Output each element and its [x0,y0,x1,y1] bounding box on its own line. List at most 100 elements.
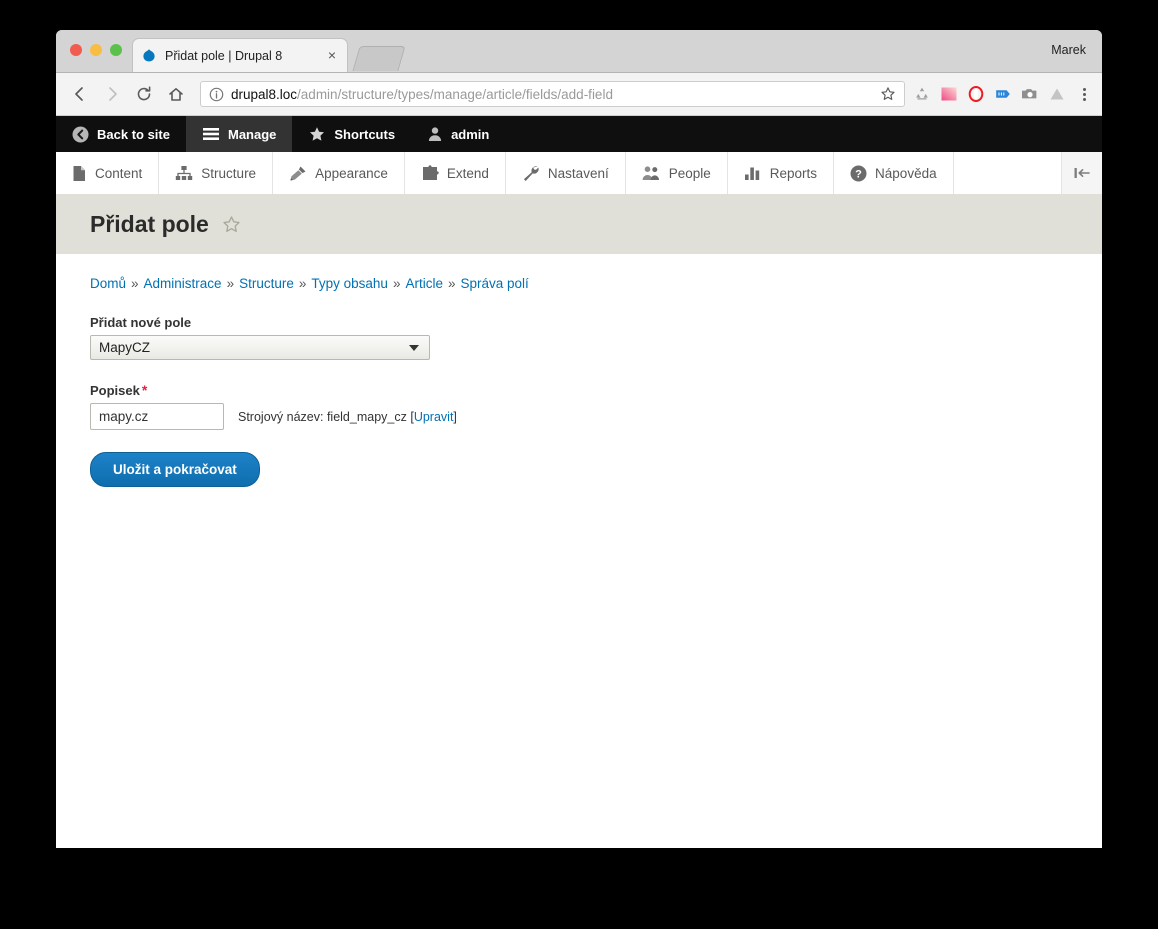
minimize-window-button[interactable] [90,44,102,56]
popisek-label-text: Popisek [90,383,140,398]
menu-item-label: Structure [201,165,257,181]
collapse-left-icon[interactable] [1062,152,1102,194]
breadcrumb: Domů » Administrace » Structure » Typy obsahu »… [90,276,1068,291]
content-area: Domů » Administrace » Structure » Typy obsahu »… [56,254,1102,487]
toolbar-tab-back-to-site[interactable]: Back to site [56,116,186,152]
menu-item-label: Nastavení [547,165,609,181]
reload-icon[interactable] [130,80,158,108]
star-outline-icon[interactable] [222,215,241,234]
toolbar-tab-shortcuts[interactable]: Shortcuts [292,116,411,152]
add-field-form: Přidat nové pole MapyCZ Popisek* Strojov… [90,315,1068,487]
document-icon [72,165,87,182]
back-circle-icon [72,126,89,143]
breadcrumb-item-article[interactable]: Article [405,276,443,291]
paintbrush-icon [289,165,307,182]
browser-tabstrip: Přidat pole | Drupal 8 × Marek [56,30,1102,73]
new-field-selected-value: MapyCZ [99,340,151,355]
maximize-window-button[interactable] [110,44,122,56]
menu-item-nastaveni[interactable]: Nastavení [506,152,626,194]
drupal-icon [141,48,157,64]
url-path: /admin/structure/types/manage/article/fi… [297,86,613,102]
breadcrumb-separator: » [298,276,307,291]
new-field-select[interactable]: MapyCZ [90,335,430,360]
browser-toolbar: drupal8.loc/admin/structure/types/manage… [56,73,1102,116]
back-arrow-icon[interactable] [66,80,94,108]
popisek-input[interactable] [90,403,224,430]
breadcrumb-separator: » [392,276,401,291]
page-body: Přidat pole Domů » Administrace » Structure »… [56,197,1102,848]
breadcrumb-item-domu[interactable]: Domů [90,276,126,291]
close-window-button[interactable] [70,44,82,56]
menu-item-content[interactable]: Content [56,152,160,194]
breadcrumb-separator: » [447,276,456,291]
page-title: Přidat pole [90,211,209,237]
menu-item-label: Nápověda [875,165,937,181]
home-icon[interactable] [162,80,190,108]
menu-item-label: Reports [769,165,818,181]
browser-extensions [913,85,1068,103]
browser-profile-name[interactable]: Marek [1051,43,1086,57]
new-tab-button[interactable] [352,46,406,71]
window-controls [70,44,122,56]
popisek-label: Popisek * [90,382,1068,398]
popisek-row: Strojový název: field_mapy_cz [Upravit] [90,403,1068,430]
form-gap [90,360,1068,382]
breadcrumb-item-sprava-poli[interactable]: Správa polí [460,276,528,291]
question-circle-icon: ? [850,165,867,182]
blue-tag-icon[interactable] [994,85,1012,103]
breadcrumb-item-typy-obsahu[interactable]: Typy obsahu [311,276,388,291]
required-marker: * [141,382,148,398]
star-outline-icon[interactable] [880,86,896,102]
new-field-label: Přidat nové pole [90,315,192,330]
chevron-down-icon [409,344,419,351]
drupal-admin-menu: Content Structure Appearance Extend Nast… [56,152,1102,197]
toolbar-tab-label: Back to site [97,126,170,142]
menu-item-appearance[interactable]: Appearance [273,152,405,194]
menu-item-extend[interactable]: Extend [405,152,506,194]
menu-item-label: Extend [446,165,489,181]
user-icon [427,126,443,142]
address-bar[interactable]: drupal8.loc/admin/structure/types/manage… [200,81,905,107]
menu-item-label: Content [95,165,143,181]
menu-spacer [954,152,1062,194]
people-icon [642,165,661,181]
opera-o-icon[interactable] [967,85,985,103]
machine-name-value: field_mapy_cz [326,409,407,424]
drupal-admin-toolbar: Back to site Manage Shortcuts admin [56,116,1102,152]
menu-item-label: Appearance [315,165,388,181]
drive-triangle-icon[interactable] [1048,85,1066,103]
recycle-icon[interactable] [913,85,931,103]
breadcrumb-item-administrace[interactable]: Administrace [144,276,222,291]
toolbar-tab-label: Manage [227,126,277,142]
url-host: drupal8.loc [231,86,298,102]
menu-item-reports[interactable]: Reports [728,152,835,194]
machine-name-prefix: Strojový název: [238,409,324,424]
forward-arrow-icon [98,80,126,108]
breadcrumb-separator: » [131,276,139,291]
bar-chart-icon [744,165,762,181]
toolbar-tab-manage[interactable]: Manage [185,116,293,152]
breadcrumb-separator: » [226,276,235,291]
url-text: drupal8.loc/admin/structure/types/manage… [231,87,613,102]
wrench-icon [522,165,540,182]
breadcrumb-item-structure[interactable]: Structure [239,276,294,291]
save-and-continue-button[interactable]: Uložit a pokračovat [90,452,260,487]
info-circle-icon[interactable] [209,87,224,102]
camera-icon[interactable] [1021,85,1039,103]
machine-name-edit-link[interactable]: Upravit [414,410,454,424]
toolbar-tab-admin[interactable]: admin [411,116,505,152]
browser-window: Přidat pole | Drupal 8 × Marek drupal8.l… [56,30,1102,848]
close-icon[interactable]: × [325,48,339,63]
browser-tab-title: Přidat pole | Drupal 8 [165,48,283,63]
browser-tab[interactable]: Přidat pole | Drupal 8 × [132,38,348,72]
page-title-band: Přidat pole [56,197,1102,254]
menu-item-people[interactable]: People [626,152,728,194]
star-filled-icon [308,126,326,143]
kebab-menu-icon[interactable] [1076,87,1092,101]
machine-name-bracket-close: ] [453,409,457,424]
hamburger-icon [202,126,220,142]
menu-item-napoveda[interactable]: ? Nápověda [834,152,954,194]
puzzle-icon [421,164,439,182]
gradient-square-icon[interactable] [940,85,958,103]
menu-item-structure[interactable]: Structure [159,152,274,194]
